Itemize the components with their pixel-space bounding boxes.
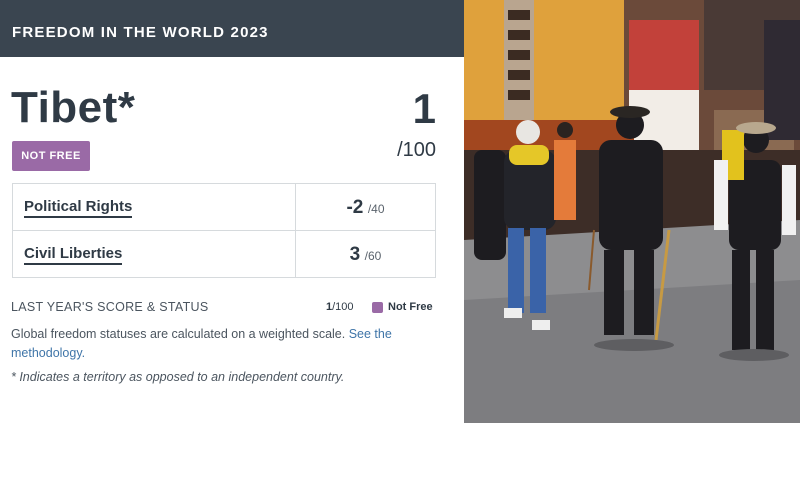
score-table: Political Rights -2 /40 Civil Liberties … — [12, 183, 436, 278]
territory-note: * Indicates a territory as opposed to an… — [11, 370, 345, 384]
score-row-civil-liberties: Civil Liberties 3 /60 — [13, 231, 435, 278]
score-row-political-rights: Political Rights -2 /40 — [13, 184, 435, 231]
political-rights-denominator: /40 — [367, 202, 385, 216]
political-rights-value: -2 — [346, 197, 364, 218]
last-year-score-denominator: /100 — [332, 301, 354, 313]
political-rights-link[interactable]: Political Rights — [24, 198, 133, 218]
status-badge: NOT FREE — [12, 141, 90, 171]
last-year-status: Not Free — [388, 301, 433, 313]
last-year-label: LAST YEAR'S SCORE & STATUS — [11, 300, 209, 314]
section-title: FREEDOM IN THE WORLD 2023 — [12, 24, 269, 41]
last-year-score: 1/100 — [326, 301, 354, 313]
civil-liberties-value: 3 — [349, 244, 361, 265]
civil-liberties-score: 3 /60 — [295, 231, 435, 277]
political-rights-score: -2 /40 — [295, 184, 435, 230]
methodology-description: Global freedom statuses are calculated o… — [11, 325, 431, 363]
not-free-status-swatch — [372, 302, 383, 313]
section-header: FREEDOM IN THE WORLD 2023 — [0, 9, 464, 57]
street-photo-illustration — [464, 0, 800, 423]
street-photo — [464, 0, 800, 423]
total-score-denominator: /100 — [397, 139, 436, 161]
country-name: Tibet* — [11, 83, 136, 132]
civil-liberties-link[interactable]: Civil Liberties — [24, 245, 123, 265]
country-score-card: Tibet* 1 /100 NOT FREE Political Rights … — [0, 57, 464, 417]
civil-liberties-denominator: /60 — [364, 249, 382, 263]
methodology-text: Global freedom statuses are calculated o… — [11, 327, 346, 341]
total-score: 1 — [412, 85, 436, 132]
